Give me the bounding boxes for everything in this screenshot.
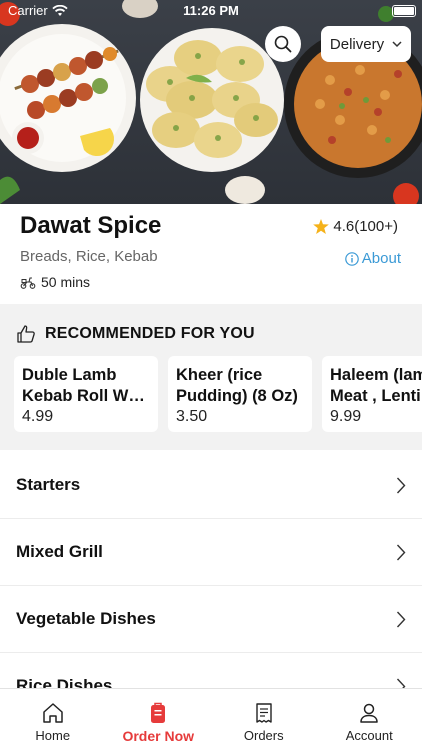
recommended-title: RECOMMENDED FOR YOU xyxy=(45,325,255,342)
delivery-mode-label: Delivery xyxy=(329,35,385,53)
delivery-time-value: 50 mins xyxy=(41,274,91,290)
tab-orders-label: Orders xyxy=(243,728,284,743)
delivery-time: 50 mins xyxy=(20,274,90,290)
status-time: 11:26 PM xyxy=(183,3,239,18)
category-row-rice-dishes[interactable]: Rice Dishes xyxy=(0,653,422,688)
order-bag-icon xyxy=(151,702,166,723)
tab-home[interactable]: Home xyxy=(0,689,106,750)
search-icon xyxy=(274,35,292,53)
recommended-carousel[interactable]: Duble Lamb Kebab Roll W… 4.99 Kheer (ric… xyxy=(14,356,422,432)
star-icon xyxy=(313,219,330,234)
person-icon xyxy=(360,703,378,723)
category-row-mixed-grill[interactable]: Mixed Grill xyxy=(0,519,422,586)
category-label: Mixed Grill xyxy=(16,542,103,561)
menu-category-list: Starters Mixed Grill Vegetable Dishes Ri… xyxy=(0,452,422,688)
category-label: Starters xyxy=(16,475,81,494)
hero-banner: Carrier 11:26 PM Delivery xyxy=(0,0,422,204)
recommended-item-price: 9.99 xyxy=(330,408,362,425)
tab-order-now[interactable]: Order Now xyxy=(106,689,212,750)
category-row-starters[interactable]: Starters xyxy=(0,452,422,519)
delivery-mode-dropdown[interactable]: Delivery xyxy=(321,26,411,62)
cuisine-list: Breads, Rice, Kebab xyxy=(20,248,158,265)
tab-orders[interactable]: Orders xyxy=(211,689,317,750)
chevron-down-icon xyxy=(392,40,402,47)
bottom-tab-bar: Home Order Now Orders Account xyxy=(0,688,422,750)
thumbs-up-icon xyxy=(17,325,35,343)
chevron-right-icon xyxy=(396,611,406,627)
recommended-item-name: Kheer (rice Pudding) (8 Oz) xyxy=(176,366,298,405)
category-row-vegetable-dishes[interactable]: Vegetable Dishes xyxy=(0,586,422,653)
recommended-item-price: 4.99 xyxy=(22,408,54,425)
tab-order-now-label: Order Now xyxy=(122,728,195,744)
tab-home-label: Home xyxy=(35,728,71,743)
about-label: About xyxy=(361,250,401,267)
category-label: Rice Dishes xyxy=(16,676,113,688)
category-label: Vegetable Dishes xyxy=(16,609,156,628)
about-link[interactable]: About xyxy=(344,250,401,267)
restaurant-info: Dawat Spice 4.6(100+) Breads, Rice, Keba… xyxy=(0,204,422,304)
search-button[interactable] xyxy=(265,26,301,62)
recommended-item-card[interactable]: Haleem (lam Meat , Lenti 9.99 xyxy=(322,356,422,432)
receipt-icon xyxy=(256,703,272,723)
rating-value: 4.6(100+) xyxy=(333,218,398,235)
recommended-item-card[interactable]: Kheer (rice Pudding) (8 Oz) 3.50 xyxy=(168,356,312,432)
chevron-right-icon xyxy=(396,678,406,688)
recommended-item-name: Haleem (lam Meat , Lenti xyxy=(330,366,422,405)
tab-account-label: Account xyxy=(345,728,393,743)
status-bar: Carrier 11:26 PM xyxy=(0,0,422,22)
restaurant-rating: 4.6(100+) xyxy=(313,218,398,235)
battery-icon xyxy=(392,5,416,17)
chevron-right-icon xyxy=(396,477,406,493)
recommended-item-price: 3.50 xyxy=(176,408,208,425)
restaurant-name: Dawat Spice xyxy=(20,212,162,239)
scooter-icon xyxy=(20,276,36,289)
recommended-item-name: Duble Lamb Kebab Roll W… xyxy=(22,366,145,405)
tab-account[interactable]: Account xyxy=(317,689,422,750)
recommended-item-card[interactable]: Duble Lamb Kebab Roll W… 4.99 xyxy=(14,356,158,432)
chevron-right-icon xyxy=(396,544,406,560)
recommended-header: RECOMMENDED FOR YOU xyxy=(16,324,255,344)
home-icon xyxy=(43,703,63,723)
recommended-section: RECOMMENDED FOR YOU Duble Lamb Kebab Rol… xyxy=(0,304,422,450)
info-icon xyxy=(344,251,359,266)
